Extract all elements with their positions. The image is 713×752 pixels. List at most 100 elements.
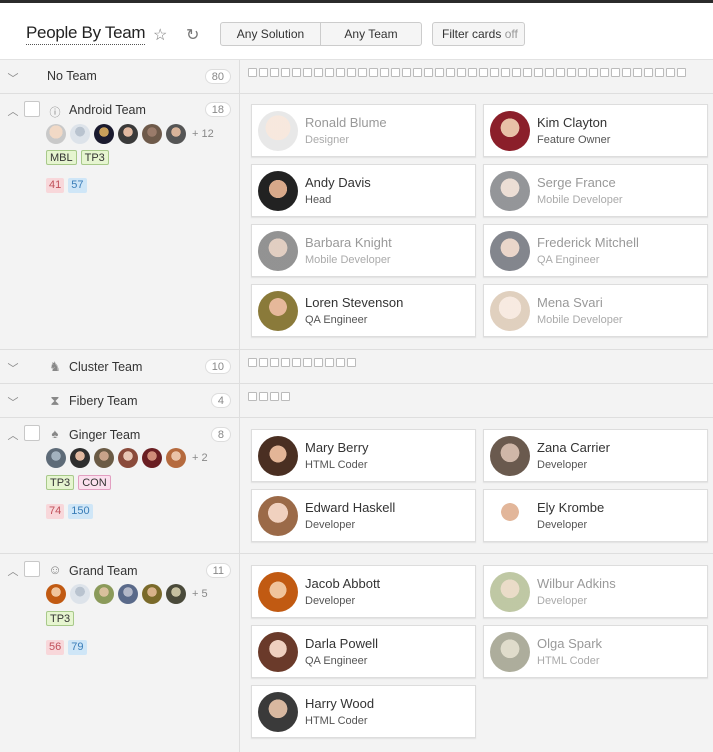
collapsed-card-placeholder[interactable]: [644, 68, 653, 77]
person-card[interactable]: Frederick Mitchell QA Engineer: [483, 224, 708, 277]
collapsed-card-placeholder[interactable]: [589, 68, 598, 77]
tag[interactable]: TP3: [80, 150, 109, 165]
person-card[interactable]: Wilbur Adkins Developer: [483, 565, 708, 618]
row-name[interactable]: No Team: [47, 69, 97, 83]
person-card[interactable]: Loren Stevenson QA Engineer: [251, 284, 476, 337]
collapsed-card-placeholder[interactable]: [270, 358, 279, 367]
collapsed-card-placeholder[interactable]: [435, 68, 444, 77]
tag[interactable]: CON: [78, 475, 111, 490]
person-card[interactable]: Serge France Mobile Developer: [483, 164, 708, 217]
row-checkbox[interactable]: [24, 561, 40, 577]
collapsed-card-placeholder[interactable]: [248, 68, 257, 77]
chevron-up-icon[interactable]: ︿: [6, 427, 20, 443]
collapsed-card-placeholder[interactable]: [611, 68, 620, 77]
person-card[interactable]: Darla Powell QA Engineer: [251, 625, 476, 678]
collapsed-card-placeholder[interactable]: [424, 68, 433, 77]
collapsed-card-placeholder[interactable]: [666, 68, 675, 77]
person-card[interactable]: Zana Carrier Developer: [483, 429, 708, 482]
metric-red[interactable]: 56: [46, 640, 65, 655]
avatar[interactable]: [94, 448, 114, 468]
collapsed-card-placeholder[interactable]: [259, 392, 268, 401]
avatar[interactable]: [118, 584, 138, 604]
collapsed-card-placeholder[interactable]: [622, 68, 631, 77]
row-name[interactable]: Ginger Team: [69, 428, 140, 442]
person-card[interactable]: Ely Krombe Developer: [483, 489, 708, 542]
team-filter-button[interactable]: Any Team: [321, 23, 421, 45]
avatar[interactable]: [166, 448, 186, 468]
row-checkbox[interactable]: [24, 425, 40, 441]
person-card[interactable]: Mary Berry HTML Coder: [251, 429, 476, 482]
collapsed-card-placeholder[interactable]: [325, 68, 334, 77]
person-card[interactable]: Ronald Blume Designer: [251, 104, 476, 157]
collapsed-card-placeholder[interactable]: [457, 68, 466, 77]
collapsed-card-placeholder[interactable]: [270, 68, 279, 77]
metric-blue[interactable]: 57: [68, 178, 87, 193]
avatar[interactable]: [46, 584, 66, 604]
collapsed-card-placeholder[interactable]: [336, 358, 345, 367]
metric-blue[interactable]: 150: [68, 504, 93, 519]
collapsed-card-placeholder[interactable]: [490, 68, 499, 77]
tag[interactable]: TP3: [46, 475, 75, 490]
avatar[interactable]: [70, 448, 90, 468]
collapsed-cards-strip[interactable]: [248, 68, 686, 77]
collapsed-card-placeholder[interactable]: [281, 68, 290, 77]
collapsed-card-placeholder[interactable]: [358, 68, 367, 77]
avatar[interactable]: [142, 584, 162, 604]
collapsed-card-placeholder[interactable]: [380, 68, 389, 77]
more-members-count[interactable]: + 2: [192, 452, 208, 464]
avatar[interactable]: [142, 124, 162, 144]
collapsed-card-placeholder[interactable]: [270, 392, 279, 401]
person-card[interactable]: Mena Svari Mobile Developer: [483, 284, 708, 337]
row-name[interactable]: Grand Team: [69, 564, 138, 578]
avatar[interactable]: [70, 124, 90, 144]
collapsed-card-placeholder[interactable]: [633, 68, 642, 77]
collapsed-card-placeholder[interactable]: [281, 358, 290, 367]
collapsed-card-placeholder[interactable]: [314, 68, 323, 77]
chevron-down-icon[interactable]: ﹀: [6, 70, 20, 86]
page-title[interactable]: People By Team: [26, 23, 146, 45]
more-members-count[interactable]: + 5: [192, 588, 208, 600]
collapsed-card-placeholder[interactable]: [446, 68, 455, 77]
refresh-icon[interactable]: ↻: [186, 25, 199, 45]
collapsed-card-placeholder[interactable]: [523, 68, 532, 77]
avatar[interactable]: [46, 448, 66, 468]
person-card[interactable]: Harry Wood HTML Coder: [251, 685, 476, 738]
chevron-up-icon[interactable]: ︿: [6, 103, 20, 119]
avatar[interactable]: [142, 448, 162, 468]
person-card[interactable]: Jacob Abbott Developer: [251, 565, 476, 618]
collapsed-card-placeholder[interactable]: [655, 68, 664, 77]
metric-red[interactable]: 74: [46, 504, 65, 519]
chevron-down-icon[interactable]: ﹀: [6, 360, 20, 376]
collapsed-card-placeholder[interactable]: [347, 68, 356, 77]
more-members-count[interactable]: + 12: [192, 128, 214, 140]
person-card[interactable]: Kim Clayton Feature Owner: [483, 104, 708, 157]
chevron-up-icon[interactable]: ︿: [6, 563, 20, 579]
collapsed-card-placeholder[interactable]: [248, 392, 257, 401]
avatar[interactable]: [118, 124, 138, 144]
tag[interactable]: TP3: [46, 611, 75, 626]
metric-blue[interactable]: 79: [68, 640, 87, 655]
collapsed-card-placeholder[interactable]: [292, 68, 301, 77]
avatar[interactable]: [94, 124, 114, 144]
person-card[interactable]: Andy Davis Head: [251, 164, 476, 217]
collapsed-card-placeholder[interactable]: [347, 358, 356, 367]
avatar[interactable]: [70, 584, 90, 604]
avatar[interactable]: [46, 124, 66, 144]
row-checkbox[interactable]: [24, 101, 40, 117]
collapsed-cards-strip[interactable]: [248, 392, 290, 401]
collapsed-card-placeholder[interactable]: [501, 68, 510, 77]
collapsed-card-placeholder[interactable]: [325, 358, 334, 367]
row-name[interactable]: Cluster Team: [69, 360, 142, 374]
collapsed-card-placeholder[interactable]: [556, 68, 565, 77]
collapsed-card-placeholder[interactable]: [391, 68, 400, 77]
collapsed-card-placeholder[interactable]: [292, 358, 301, 367]
row-name[interactable]: Fibery Team: [69, 394, 138, 408]
person-card[interactable]: Olga Spark HTML Coder: [483, 625, 708, 678]
person-card[interactable]: Barbara Knight Mobile Developer: [251, 224, 476, 277]
collapsed-card-placeholder[interactable]: [248, 358, 257, 367]
person-card[interactable]: Edward Haskell Developer: [251, 489, 476, 542]
collapsed-card-placeholder[interactable]: [336, 68, 345, 77]
solution-filter-button[interactable]: Any Solution: [221, 23, 321, 45]
avatar[interactable]: [118, 448, 138, 468]
collapsed-card-placeholder[interactable]: [259, 68, 268, 77]
